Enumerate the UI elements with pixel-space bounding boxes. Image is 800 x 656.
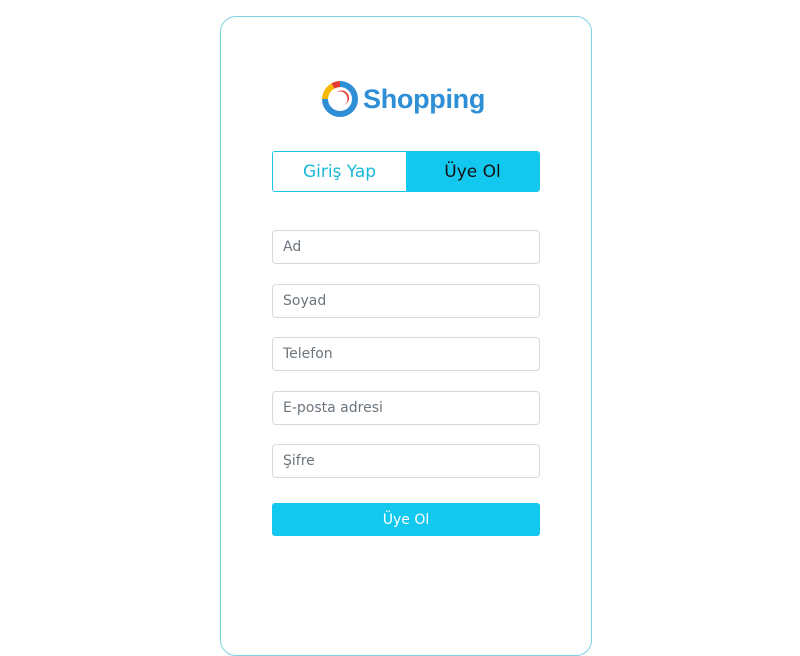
brand-logo: Shopping	[322, 81, 485, 117]
last-name-input[interactable]	[272, 284, 540, 318]
phone-input[interactable]	[272, 337, 540, 371]
register-submit-button[interactable]: Üye Ol	[272, 503, 540, 536]
email-input[interactable]	[272, 391, 540, 425]
auth-tabs: Giriş Yap Üye Ol	[272, 151, 540, 192]
first-name-input[interactable]	[272, 230, 540, 264]
shopping-logo-icon	[322, 81, 358, 117]
tab-register[interactable]: Üye Ol	[406, 152, 539, 191]
password-input[interactable]	[272, 444, 540, 478]
tab-login[interactable]: Giriş Yap	[273, 152, 406, 191]
brand-name: Shopping	[363, 83, 486, 114]
